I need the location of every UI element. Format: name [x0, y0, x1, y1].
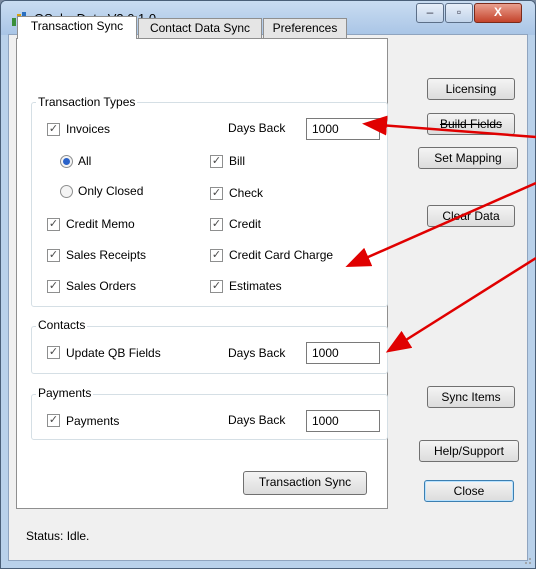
payments-days-back-input[interactable]	[306, 410, 380, 432]
minimize-button[interactable]: –	[416, 3, 444, 23]
close-button[interactable]: Close	[424, 480, 514, 502]
licensing-button[interactable]: Licensing	[427, 78, 515, 100]
invoices-days-back-label: Days Back	[228, 121, 286, 135]
close-window-button[interactable]: X	[474, 3, 522, 23]
clear-data-button[interactable]: Clear Data	[427, 205, 515, 227]
sales-receipts-checkbox[interactable]: ✓	[47, 249, 60, 262]
sales-orders-checkbox[interactable]: ✓	[47, 280, 60, 293]
contacts-days-back-input[interactable]	[306, 342, 380, 364]
transaction-types-title: Transaction Types	[36, 95, 138, 109]
update-qb-fields-checkbox[interactable]: ✓	[47, 346, 60, 359]
sales-orders-label: Sales Orders	[66, 279, 137, 293]
help-support-button[interactable]: Help/Support	[419, 440, 519, 462]
all-radio[interactable]	[60, 155, 73, 168]
tab-transaction-sync[interactable]: Transaction Sync	[17, 16, 137, 39]
maximize-button[interactable]: ▫	[445, 3, 473, 23]
invoices-label: Invoices	[66, 122, 111, 136]
contacts-days-back-label: Days Back	[228, 346, 286, 360]
only-closed-radio[interactable]	[60, 185, 73, 198]
tab-contact-data-sync[interactable]: Contact Data Sync	[138, 18, 262, 38]
transaction-sync-button[interactable]: Transaction Sync	[243, 471, 367, 495]
bill-label: Bill	[229, 154, 246, 168]
sales-receipts-label: Sales Receipts	[66, 248, 147, 262]
all-label: All	[78, 154, 92, 168]
invoices-checkbox[interactable]: ✓	[47, 123, 60, 136]
credit-checkbox[interactable]: ✓	[210, 218, 223, 231]
build-fields-button[interactable]: Build Fields	[427, 113, 515, 135]
bill-checkbox[interactable]: ✓	[210, 155, 223, 168]
check-label: Check	[229, 186, 264, 200]
estimates-checkbox[interactable]: ✓	[210, 280, 223, 293]
estimates-label: Estimates	[229, 279, 282, 293]
invoices-days-back-input[interactable]	[306, 118, 380, 140]
payments-days-back-label: Days Back	[228, 413, 286, 427]
credit-memo-checkbox[interactable]: ✓	[47, 218, 60, 231]
payments-checkbox[interactable]: ✓	[47, 414, 60, 427]
status-text: Status: Idle.	[26, 529, 90, 543]
credit-card-charge-checkbox[interactable]: ✓	[210, 249, 223, 262]
sync-items-button[interactable]: Sync Items	[427, 386, 515, 408]
tab-preferences[interactable]: Preferences	[263, 18, 347, 38]
contacts-title: Contacts	[36, 318, 88, 332]
check-checkbox[interactable]: ✓	[210, 187, 223, 200]
payments-title: Payments	[36, 386, 94, 400]
only-closed-label: Only Closed	[78, 184, 144, 198]
credit-card-charge-label: Credit Card Charge	[229, 248, 334, 262]
resize-grip-icon[interactable]	[522, 555, 532, 565]
payments-label: Payments	[66, 414, 120, 428]
set-mapping-button[interactable]: Set Mapping	[418, 147, 518, 169]
update-qb-fields-label: Update QB Fields	[66, 346, 161, 360]
credit-memo-label: Credit Memo	[66, 217, 135, 231]
credit-label: Credit	[229, 217, 262, 231]
